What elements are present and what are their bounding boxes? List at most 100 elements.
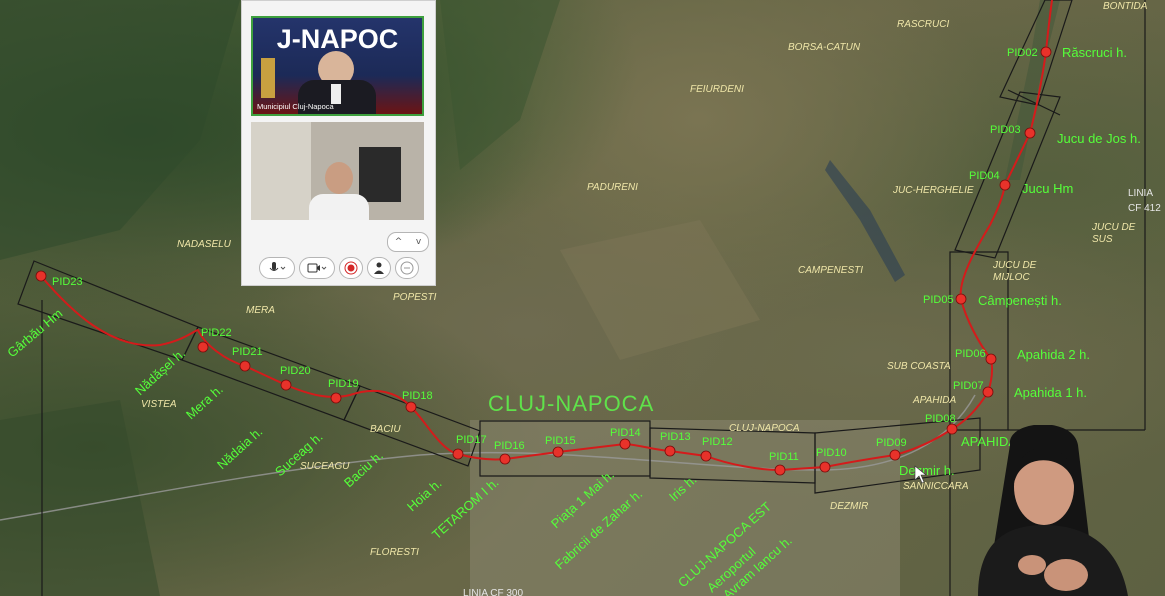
pid-marker bbox=[889, 449, 901, 461]
pid-marker bbox=[946, 423, 958, 435]
rail-line-label: CF 412 bbox=[1128, 203, 1161, 214]
participant-shirt bbox=[331, 84, 341, 104]
pid-label: PID08 bbox=[925, 413, 956, 425]
city-label-layer: CLUJ-NAPOCA bbox=[488, 391, 654, 416]
place-label: BACIU bbox=[370, 424, 401, 435]
place-label: POPESTI bbox=[393, 292, 437, 303]
place-label: APAHIDA bbox=[912, 395, 956, 406]
pid-marker bbox=[452, 448, 464, 460]
place-label: MERA bbox=[246, 305, 275, 316]
station-label: Jucu Hm bbox=[1022, 181, 1073, 196]
rail-line-label: LINIA CF 300 bbox=[463, 588, 523, 596]
tile-pager[interactable]: ^ v bbox=[387, 232, 429, 252]
wall-panel bbox=[251, 122, 311, 220]
station-label: Apahida 1 h. bbox=[1014, 385, 1087, 400]
leave-button[interactable] bbox=[395, 257, 419, 279]
pid-label: PID15 bbox=[545, 435, 576, 447]
station-label: Câmpenești h. bbox=[978, 293, 1062, 308]
place-label: FLORESTI bbox=[370, 547, 419, 558]
participant-name-label: Municipiul Cluj-Napoca bbox=[257, 102, 334, 111]
pid-label: PID18 bbox=[402, 390, 433, 402]
station-label: Jucu de Jos h. bbox=[1057, 131, 1141, 146]
station-label: Hoia h. bbox=[404, 476, 445, 515]
pid-marker bbox=[499, 453, 511, 465]
pid-label: PID16 bbox=[494, 440, 525, 452]
station-label: Dezmir h. bbox=[899, 463, 955, 478]
participant-tile-guest[interactable] bbox=[251, 122, 424, 220]
mic-button[interactable] bbox=[259, 257, 295, 279]
sign-language-interpreter-video bbox=[958, 425, 1165, 596]
place-label: SUCEAGU bbox=[300, 461, 350, 472]
rail-line-label: LINIA bbox=[1128, 188, 1153, 199]
place-label: FEIURDENI bbox=[690, 84, 744, 95]
pid-label: PID11 bbox=[769, 451, 799, 463]
place-label: JUCU DE bbox=[1091, 222, 1136, 233]
pid-label: PID19 bbox=[328, 378, 359, 390]
pid-label: PID13 bbox=[660, 431, 691, 443]
interpreter-figure bbox=[978, 425, 1128, 596]
pid-marker bbox=[664, 445, 676, 457]
place-label: NADASELU bbox=[177, 239, 232, 250]
map-view[interactable]: RASCRUCI BORSA-CATUN BONTIDA FEIURDENI PADUR… bbox=[0, 0, 1165, 596]
station-label: Nădaia h. bbox=[214, 424, 265, 472]
place-label: PADURENI bbox=[587, 182, 638, 193]
pid-label: PID09 bbox=[876, 437, 907, 449]
pid-marker bbox=[405, 401, 417, 413]
chevron-up-icon[interactable]: ^ bbox=[395, 237, 403, 247]
pid-label: PID21 bbox=[232, 346, 263, 358]
pid-marker bbox=[197, 341, 209, 353]
pid-marker bbox=[955, 293, 967, 305]
place-label: CLUJ-NAPOCA bbox=[729, 423, 800, 434]
pid-label: PID06 bbox=[955, 348, 986, 360]
place-label: MIJLOC bbox=[993, 272, 1030, 283]
participant-tile-mayor[interactable]: J-NAPOC Municipiul Cluj-Napoca bbox=[251, 16, 424, 116]
station-label: Apahida 2 h. bbox=[1017, 347, 1090, 362]
pid-label: PID04 bbox=[969, 170, 1000, 182]
flag-icon bbox=[261, 58, 275, 98]
pid-label: PID03 bbox=[990, 124, 1021, 136]
pid-marker bbox=[619, 438, 631, 450]
participants-icon bbox=[374, 262, 384, 274]
place-label: VISTEA bbox=[141, 399, 177, 410]
chevron-down-icon[interactable]: v bbox=[416, 237, 421, 247]
camera-icon bbox=[307, 263, 327, 273]
pid-marker bbox=[1024, 127, 1036, 139]
place-label: BONTIDA bbox=[1103, 1, 1148, 12]
mic-icon bbox=[269, 262, 286, 271]
place-label: JUCU DE bbox=[992, 260, 1037, 271]
terrain-layer bbox=[0, 0, 1060, 596]
place-label: DEZMIR bbox=[830, 501, 868, 512]
participants-button[interactable] bbox=[367, 257, 391, 279]
pid-label: PID22 bbox=[201, 327, 232, 339]
pid-marker bbox=[982, 386, 994, 398]
pid-marker bbox=[552, 446, 564, 458]
place-label: SUB COASTA bbox=[887, 361, 951, 372]
participant-shirt bbox=[309, 194, 369, 220]
pid-label: PID17 bbox=[456, 434, 487, 446]
pid-label: PID07 bbox=[953, 380, 984, 392]
city-label: CLUJ-NAPOCA bbox=[488, 391, 654, 416]
pid-marker bbox=[774, 464, 786, 476]
leave-icon bbox=[400, 261, 414, 275]
record-button[interactable] bbox=[339, 257, 363, 279]
record-icon bbox=[344, 261, 358, 275]
place-label: BORSA-CATUN bbox=[788, 42, 861, 53]
pid-label: PID02 bbox=[1007, 47, 1038, 59]
pid-marker bbox=[999, 179, 1011, 191]
pid-label: PID12 bbox=[702, 436, 733, 448]
place-label: RASCRUCI bbox=[897, 19, 949, 30]
pid-marker bbox=[819, 461, 831, 473]
camera-button[interactable] bbox=[299, 257, 335, 279]
pid-marker bbox=[330, 392, 342, 404]
pid-marker bbox=[985, 353, 997, 365]
pid-label: PID14 bbox=[610, 427, 641, 439]
place-label: CAMPENESTI bbox=[798, 265, 863, 276]
station-label: Gârbău Hm bbox=[4, 306, 65, 361]
station-label: Nădășel h. bbox=[132, 345, 188, 398]
place-label: SUS bbox=[1092, 234, 1113, 245]
pid-label: PID20 bbox=[280, 365, 311, 377]
video-call-panel[interactable]: J-NAPOC Municipiul Cluj-Napoca ^ v bbox=[241, 0, 436, 286]
wall-painting bbox=[359, 147, 401, 202]
pid-marker bbox=[700, 450, 712, 462]
pid-marker bbox=[239, 360, 251, 372]
